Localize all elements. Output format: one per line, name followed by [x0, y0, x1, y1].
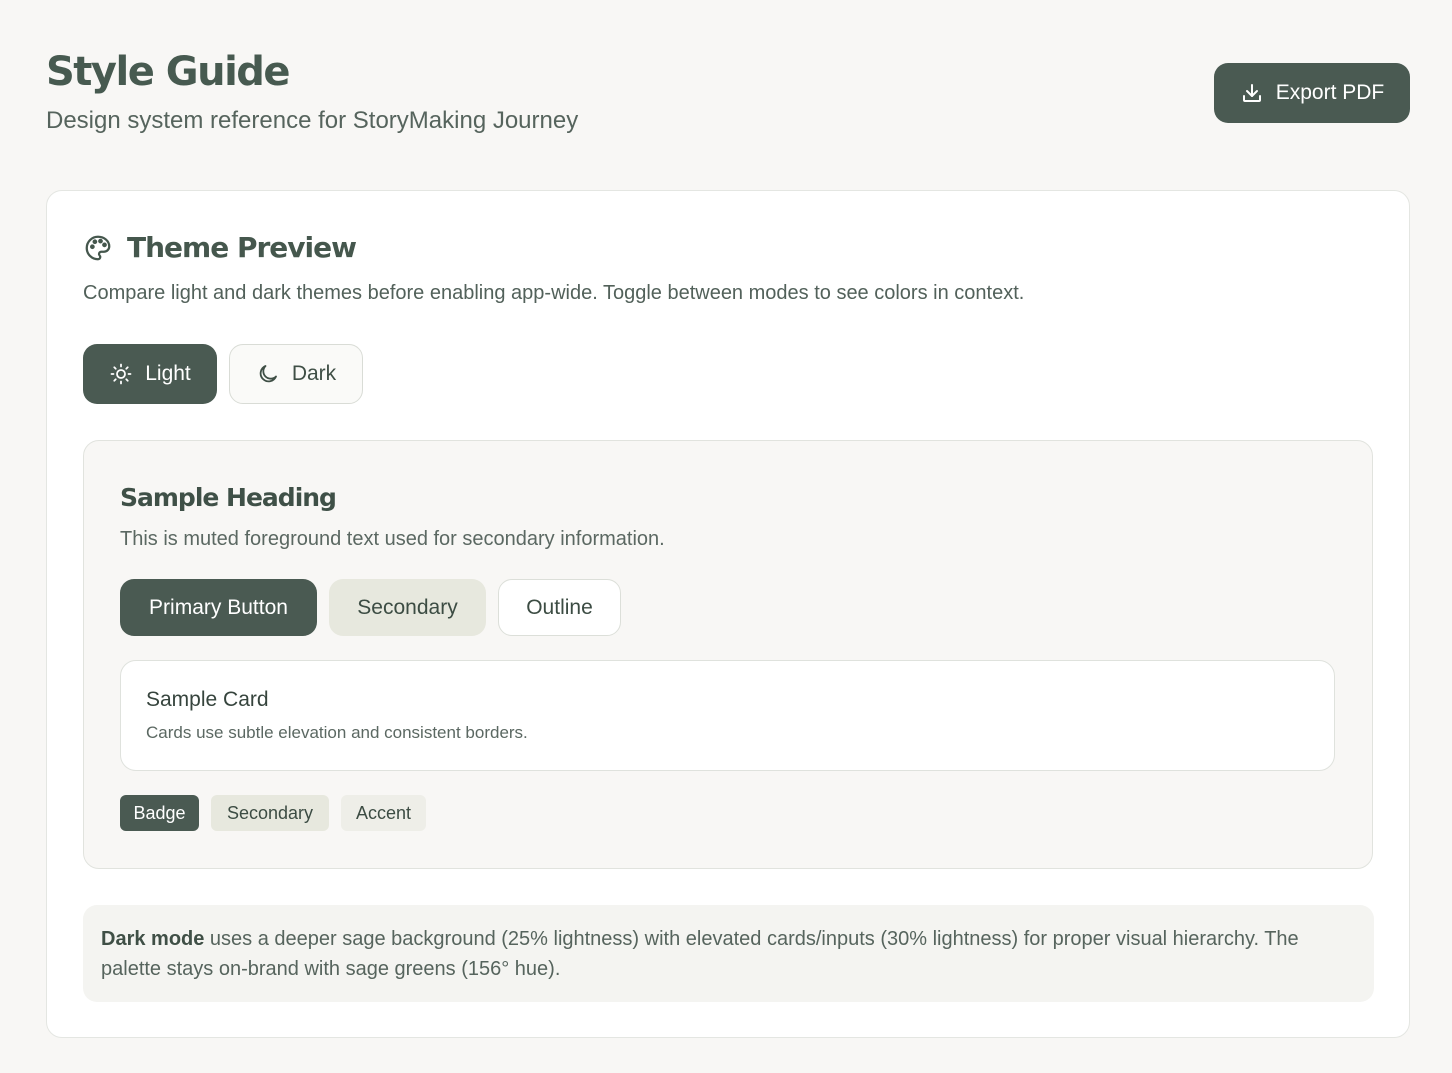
- light-mode-button[interactable]: Light: [83, 344, 217, 404]
- badge-accent: Accent: [341, 795, 426, 831]
- sample-card: Sample Card Cards use subtle elevation a…: [120, 660, 1335, 771]
- outline-button[interactable]: Outline: [498, 579, 621, 636]
- theme-preview-area: Sample Heading This is muted foreground …: [83, 440, 1373, 869]
- moon-icon: [256, 362, 280, 386]
- primary-button[interactable]: Primary Button: [120, 579, 317, 636]
- theme-preview-title: Theme Preview: [127, 231, 357, 264]
- light-mode-label: Light: [145, 362, 191, 385]
- palette-icon: [83, 233, 113, 263]
- export-pdf-label: Export PDF: [1275, 81, 1385, 104]
- theme-preview-header: Theme Preview: [83, 231, 357, 264]
- export-pdf-button[interactable]: Export PDF: [1214, 63, 1410, 123]
- sample-card-description: Cards use subtle elevation and consisten…: [146, 723, 528, 742]
- dark-mode-note-text: uses a deeper sage background (25% light…: [101, 928, 1299, 980]
- dark-mode-note: Dark mode uses a deeper sage background …: [83, 905, 1374, 1002]
- theme-preview-panel: Theme Preview Compare light and dark the…: [46, 190, 1410, 1038]
- dark-mode-label: Dark: [291, 362, 337, 385]
- sample-heading: Sample Heading: [120, 483, 337, 512]
- secondary-button[interactable]: Secondary: [329, 579, 486, 636]
- sample-card-title: Sample Card: [146, 688, 269, 711]
- badge-secondary: Secondary: [211, 795, 329, 831]
- style-guide-page: Style Guide Design system reference for …: [0, 0, 1452, 1073]
- badge-default: Badge: [120, 795, 199, 831]
- page-header: Style Guide Design system reference for …: [46, 46, 578, 136]
- dark-mode-button[interactable]: Dark: [229, 344, 363, 404]
- sample-muted-text: This is muted foreground text used for s…: [120, 528, 665, 550]
- dark-mode-note-bold: Dark mode: [101, 928, 205, 950]
- theme-preview-description: Compare light and dark themes before ena…: [83, 282, 1025, 304]
- download-icon: [1240, 81, 1264, 105]
- page-subtitle: Design system reference for StoryMaking …: [46, 107, 579, 134]
- sun-icon: [109, 362, 133, 386]
- page-title: Style Guide: [46, 49, 291, 95]
